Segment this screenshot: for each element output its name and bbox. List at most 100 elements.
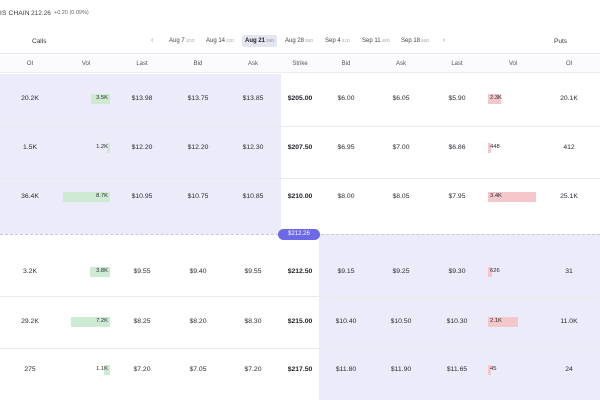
tab-expiration[interactable]: Sep 1855D <box>401 38 429 44</box>
call-vol-cell[interactable]: 3.5K <box>78 95 108 101</box>
tab-expiration[interactable]: Aug 1422D <box>206 38 234 44</box>
col-header-call-bid[interactable]: Bid <box>178 61 218 67</box>
call-oi-cell[interactable]: 1.5K <box>10 144 50 151</box>
tab-expiration[interactable]: Aug 71DD <box>169 38 195 44</box>
put-ask-cell[interactable]: $9.25 <box>381 268 421 275</box>
put-oi-cell[interactable]: 412 <box>549 144 589 151</box>
put-vol-cell[interactable]: 45 <box>490 366 520 372</box>
put-oi-cell[interactable]: 20.1K <box>549 95 589 102</box>
call-vol-cell[interactable]: 3.8K <box>78 268 108 274</box>
call-last-cell[interactable]: $8.25 <box>122 318 162 325</box>
strike-cell[interactable]: $217.50 <box>280 366 320 373</box>
col-header-call-oi[interactable]: OI <box>10 61 50 67</box>
call-oi-cell[interactable]: 29.2K <box>10 318 50 325</box>
put-vol-cell[interactable]: 626 <box>490 268 520 274</box>
call-ask-cell[interactable]: $8.30 <box>233 318 273 325</box>
call-ask-cell[interactable]: $12.30 <box>233 144 273 151</box>
strike-cell[interactable]: $205.00 <box>280 95 320 102</box>
put-last-cell[interactable]: $6.86 <box>437 144 477 151</box>
call-vol-cell[interactable]: 8.7K <box>78 193 108 199</box>
put-last-cell[interactable]: $7.95 <box>437 193 477 200</box>
call-bid-cell[interactable]: $9.40 <box>178 268 218 275</box>
tab-expiration[interactable]: Aug 2836D <box>285 38 313 44</box>
row-divider <box>0 126 600 127</box>
tab-expiration[interactable]: Sep 1148D <box>362 38 390 44</box>
chevron-left-icon[interactable]: ‹ <box>151 37 153 44</box>
call-oi-cell[interactable]: 275 <box>10 366 50 373</box>
put-last-cell[interactable]: $10.30 <box>437 318 477 325</box>
col-header-put-bid[interactable]: Bid <box>326 61 366 67</box>
chain-title: IS CHAIN <box>0 10 30 17</box>
call-last-cell[interactable]: $13.98 <box>122 95 162 102</box>
strike-cell[interactable]: $212.50 <box>280 268 320 275</box>
put-oi-cell[interactable]: 25.1K <box>549 193 589 200</box>
col-header-put-last[interactable]: Last <box>437 61 477 67</box>
put-vol-cell[interactable]: 2.1K <box>490 318 520 324</box>
call-ask-cell[interactable]: $9.55 <box>233 268 273 275</box>
call-last-cell[interactable]: $7.20 <box>122 366 162 373</box>
call-ask-cell[interactable]: $7.20 <box>233 366 273 373</box>
call-oi-cell[interactable]: 36.4K <box>10 193 50 200</box>
strike-cell[interactable]: $215.00 <box>280 318 320 325</box>
put-ask-cell[interactable]: $10.50 <box>381 318 421 325</box>
put-last-cell[interactable]: $11.65 <box>437 366 477 373</box>
call-bid-cell[interactable]: $7.05 <box>178 366 218 373</box>
strike-cell[interactable]: $210.00 <box>280 193 320 200</box>
put-bid-cell[interactable]: $8.00 <box>326 193 366 200</box>
tab-expiration-active[interactable]: Aug 2129D <box>242 35 278 47</box>
call-oi-cell[interactable]: 3.2K <box>10 268 50 275</box>
call-bid-cell[interactable]: $8.20 <box>178 318 218 325</box>
call-ask-cell[interactable]: $10.85 <box>233 193 273 200</box>
put-ask-cell[interactable]: $6.05 <box>381 95 421 102</box>
call-last-cell[interactable]: $12.20 <box>122 144 162 151</box>
call-vol-cell[interactable]: 1.2K <box>78 144 108 150</box>
put-oi-cell[interactable]: 11.0K <box>549 318 589 325</box>
call-bid-cell[interactable]: $12.20 <box>178 144 218 151</box>
strike-cell[interactable]: $207.50 <box>280 144 320 151</box>
put-ask-cell[interactable]: $11.90 <box>381 366 421 373</box>
col-header-put-vol[interactable]: Vol <box>493 61 533 67</box>
col-header-call-ask[interactable]: Ask <box>233 61 273 67</box>
row-divider <box>0 296 600 297</box>
col-header-put-oi[interactable]: OI <box>549 61 589 67</box>
calls-label: Calls <box>32 38 47 45</box>
chevron-right-icon[interactable]: › <box>443 37 445 44</box>
underlying-price: 212.26 <box>31 10 51 17</box>
puts-label: Puts <box>554 38 568 45</box>
call-last-cell[interactable]: $9.55 <box>122 268 162 275</box>
put-bid-cell[interactable]: $11.80 <box>326 366 366 373</box>
row-divider <box>0 178 600 179</box>
col-header-call-vol[interactable]: Vol <box>66 61 106 67</box>
col-header-strike[interactable]: Strike <box>280 61 320 67</box>
put-ask-cell[interactable]: $7.00 <box>381 144 421 151</box>
call-ask-cell[interactable]: $13.85 <box>233 95 273 102</box>
put-ask-cell[interactable]: $8.05 <box>381 193 421 200</box>
call-vol-cell[interactable]: 1.1K <box>78 366 108 372</box>
call-last-cell[interactable]: $10.95 <box>122 193 162 200</box>
put-vol-cell[interactable]: 3.4K <box>490 193 520 199</box>
put-vol-cell[interactable]: 448 <box>490 144 520 150</box>
tab-expiration[interactable]: Sep 441D <box>325 38 350 44</box>
call-vol-cell[interactable]: 7.2K <box>78 318 108 324</box>
put-last-cell[interactable]: $9.30 <box>437 268 477 275</box>
col-header-call-last[interactable]: Last <box>122 61 162 67</box>
put-oi-cell[interactable]: 24 <box>549 366 589 373</box>
underlying-change: +0.20 (0.09%) <box>54 10 89 16</box>
column-header-row: OI Vol Last Bid Ask Strike Bid Ask Last … <box>0 55 600 73</box>
put-oi-cell[interactable]: 31 <box>549 268 589 275</box>
call-bid-cell[interactable]: $10.75 <box>178 193 218 200</box>
call-bid-cell[interactable]: $13.75 <box>178 95 218 102</box>
top-bar: IS CHAIN 212.26 +0.20 (0.09%) <box>0 0 600 28</box>
call-oi-cell[interactable]: 20.2K <box>10 95 50 102</box>
put-last-cell[interactable]: $5.90 <box>437 95 477 102</box>
put-bid-cell[interactable]: $10.40 <box>326 318 366 325</box>
puts-itm-region <box>319 234 600 400</box>
put-bid-cell[interactable]: $9.15 <box>326 268 366 275</box>
col-header-put-ask[interactable]: Ask <box>381 61 421 67</box>
put-vol-cell[interactable]: 2.3K <box>490 95 520 101</box>
expiration-bar: Calls ‹ Aug 71DD Aug 1422D Aug 2129D Aug… <box>0 28 600 54</box>
put-bid-cell[interactable]: $6.95 <box>326 144 366 151</box>
put-bid-cell[interactable]: $6.00 <box>326 95 366 102</box>
current-price-pill: $212.26 <box>278 229 320 240</box>
row-divider <box>0 348 600 349</box>
